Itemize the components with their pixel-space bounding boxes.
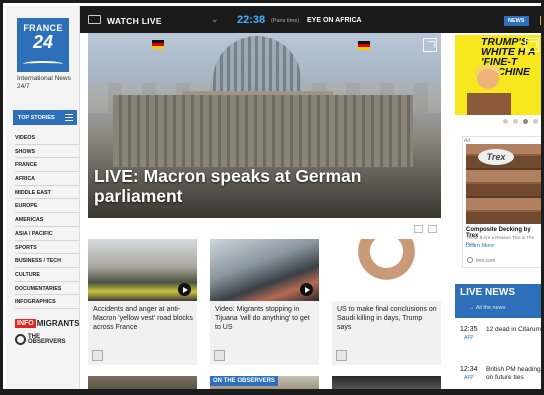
nav-item[interactable]: SHOWS [15,145,79,159]
flag-icon [152,40,164,49]
tv-icon [88,15,101,24]
share-icon[interactable] [423,38,437,52]
live-news-time: 12:35 [460,326,478,333]
live-news-source: AFP [464,375,474,381]
ad-image: Trex [466,144,541,224]
nav-item[interactable]: CULTURE [15,268,79,282]
live-news-source: AFP [464,335,474,341]
play-icon[interactable] [300,283,313,296]
hero-dome [213,36,301,98]
share-icon[interactable] [525,38,539,52]
nav-item[interactable]: EUROPE [15,199,79,214]
nav-item[interactable]: ASIA / PACIFIC [15,227,79,241]
section-nav: VIDEOS SHOWS FRANCE AFRICA MIDDLE EAST E… [15,131,79,309]
top-stories-label: TOP STORIES [18,115,55,121]
time-note: (Paris time) [271,18,300,24]
sponsored-ad[interactable]: Ad Trex Composite Decking by Trex These … [462,136,541,268]
news-button[interactable]: NEWS [504,16,529,26]
flag-icon [358,41,370,50]
chevron-down-icon[interactable]: ⌄ [211,14,219,25]
carousel-dot[interactable] [533,119,538,124]
logo-line2: 24 [32,32,54,52]
nav-item[interactable]: VIDEOS [15,131,79,145]
live-time: 22:38 [237,14,266,26]
ad-url[interactable]: trex.com [476,258,495,264]
card-image [332,239,441,301]
current-program[interactable]: EYE ON AFRICA [307,17,362,24]
ad-banner[interactable]: TRUMP'S WHITE H A 'FINE-T MACHINE [455,35,541,115]
story-card-thumb[interactable]: ON THE OBSERVERS [210,376,319,389]
card-image [88,239,197,301]
ad-learn-more-link[interactable]: Learn More [466,243,494,249]
top-stories-button[interactable]: TOP STORIES [13,110,77,125]
nav-item[interactable]: AMERICAS [15,213,79,227]
story-card[interactable]: US to make final conclusions on Saudi ki… [332,239,441,365]
tagline: International News 24/7 [17,75,71,90]
left-sidebar: FRANCE 24 International News 24/7 TOP ST… [6,6,80,389]
live-news-text[interactable]: British PM heading on future ties [486,366,541,382]
list-view-icon[interactable] [428,225,437,233]
nav-item[interactable]: AFRICA [15,172,79,186]
all-news-link[interactable]: → All the news [469,305,505,311]
nav-item[interactable]: INFOGRAPHICS [15,295,79,309]
live-news-title[interactable]: LIVE NEWS [460,287,515,298]
share-icon[interactable] [214,350,225,361]
france24-logo[interactable]: FRANCE 24 [17,18,69,72]
share-icon[interactable] [92,350,103,361]
eye-icon [15,334,26,345]
grid-view-icon[interactable] [414,225,423,233]
carousel-dot[interactable] [513,119,518,124]
all-news-label: All the news [475,305,506,311]
carousel-dot-active[interactable] [523,119,528,124]
play-icon[interactable] [178,283,191,296]
nav-item[interactable]: BUSINESS / TECH [15,254,79,268]
infomigrants-part1: INFO [15,318,36,328]
live-news-text[interactable]: 12 dead in Citarum [486,326,541,334]
nav-item[interactable]: SPORTS [15,241,79,255]
observers-logo[interactable]: THE OBSERVERS [15,334,79,345]
card-headline[interactable]: Video: Migrants stopping in Tijuana 'wil… [215,305,315,332]
hamburger-icon [65,114,73,121]
story-card-thumb[interactable] [88,376,197,389]
live-news-time: 12:34 [460,366,478,373]
carousel-dot[interactable] [503,119,508,124]
nav-item[interactable]: DOCUMENTARIES [15,282,79,296]
story-card[interactable]: Video: Migrants stopping in Tijuana 'wil… [210,239,319,365]
browser-frame: FRANCE 24 International News 24/7 TOP ST… [0,0,544,395]
share-icon[interactable] [336,350,347,361]
ad-figure-face [477,69,499,89]
trex-logo: Trex [478,149,514,165]
logo-wave-icon [23,61,63,67]
hero-story[interactable]: LIVE: Macron speaks at German parliament [88,33,441,218]
observers-badge: ON THE OBSERVERS [210,376,278,386]
card-headline[interactable]: US to make final conclusions on Saudi ki… [337,305,437,332]
infomigrants-part2: MIGRANTS [36,318,80,328]
orange-tab[interactable] [540,16,541,25]
ad-podium [467,93,511,115]
infomigrants-logo[interactable]: INFO MIGRANTS [15,317,79,329]
hero-title[interactable]: LIVE: Macron speaks at German parliament [94,166,441,206]
nav-item[interactable]: FRANCE [15,158,79,173]
story-card-thumb[interactable] [332,376,441,389]
story-card[interactable]: Accidents and anger at anti-Macron 'yell… [88,239,197,365]
hero-building [113,95,413,167]
live-bar: WATCH LIVE ⌄ 22:38 (Paris time) EYE ON A… [80,6,541,33]
card-image [210,239,319,301]
live-news-header: LIVE NEWS → All the news [455,284,541,318]
carousel-dots [503,119,538,124]
live-news-panel: LIVE NEWS → All the news 12:35 AFP 12 de… [455,284,541,389]
nav-item[interactable]: MIDDLE EAST [15,186,79,200]
card-headline[interactable]: Accidents and anger at anti-Macron 'yell… [93,305,193,332]
watch-live-link[interactable]: WATCH LIVE [107,16,162,26]
globe-icon [467,257,473,263]
observers-logo-text: THE OBSERVERS [27,333,66,345]
